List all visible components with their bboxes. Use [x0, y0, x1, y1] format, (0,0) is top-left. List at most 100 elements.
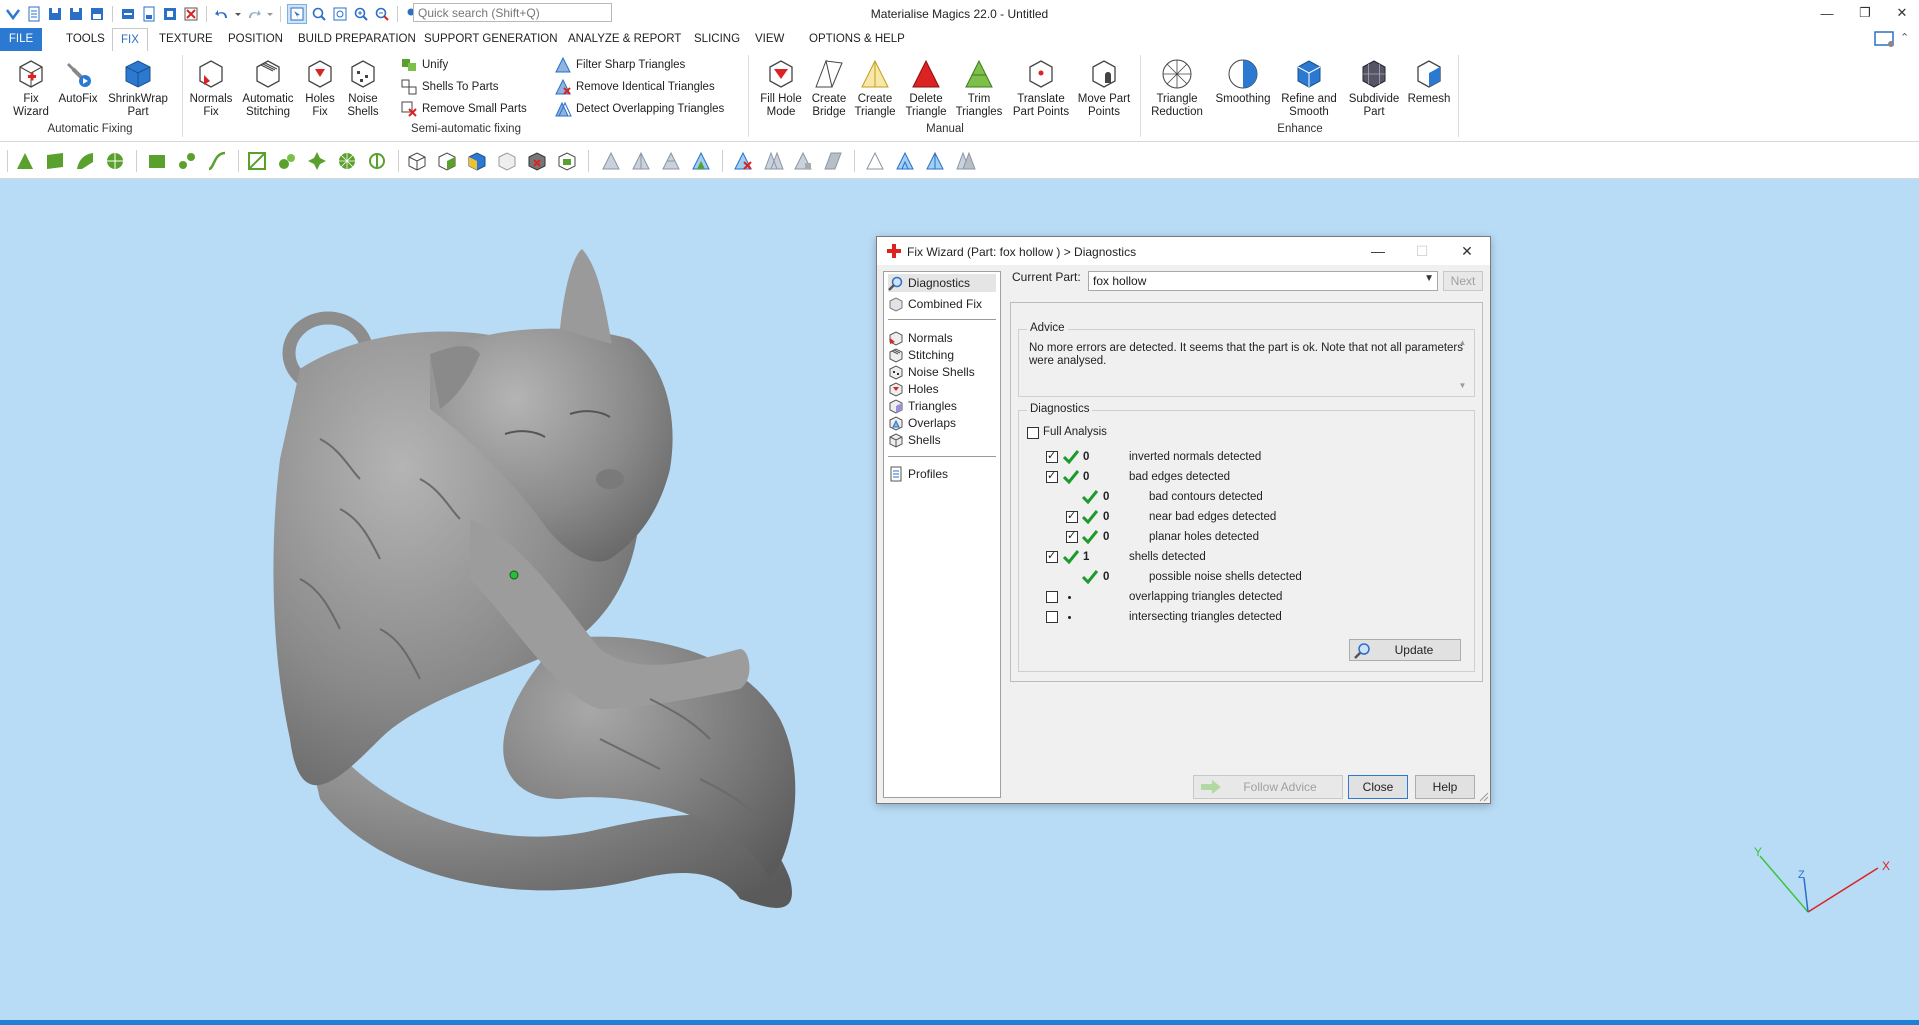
unload-part-icon[interactable]: [182, 5, 200, 23]
advice-scrollbar[interactable]: ▲ ▼: [1455, 338, 1470, 390]
intersecting-triangles-checkbox[interactable]: [1046, 611, 1058, 623]
scroll-down-icon[interactable]: ▼: [1455, 381, 1470, 390]
create-bridge-button[interactable]: Create Bridge: [810, 57, 848, 119]
nav-normals[interactable]: Normals: [888, 329, 996, 347]
noise-shells-button[interactable]: Noise Shells: [344, 57, 382, 119]
nav-combined-fix[interactable]: Combined Fix: [888, 295, 996, 313]
scroll-up-icon[interactable]: ▲: [1455, 338, 1470, 347]
save-part-icon[interactable]: [161, 5, 179, 23]
redo-icon[interactable]: [245, 5, 263, 23]
shells-to-parts-button[interactable]: Shells To Parts: [400, 77, 499, 97]
show-triangles-icon[interactable]: [864, 150, 886, 172]
mark-plane-icon[interactable]: [44, 150, 66, 172]
help-button[interactable]: Help: [1415, 775, 1475, 799]
zoom-fit-icon[interactable]: [331, 5, 349, 23]
bad-edges-checkbox[interactable]: [1046, 469, 1058, 483]
dialog-minimize-button[interactable]: —: [1363, 240, 1393, 262]
fill-hole-mode-button[interactable]: Fill Hole Mode: [754, 57, 808, 119]
unmark-part-icon[interactable]: [406, 150, 428, 172]
move-part-points-button[interactable]: Move Part Points: [1076, 57, 1132, 119]
minimize-button[interactable]: —: [1810, 0, 1844, 26]
delete-triangle-button[interactable]: Delete Triangle: [902, 57, 950, 119]
extract-marked-icon[interactable]: [556, 150, 578, 172]
mark-all-icon[interactable]: [246, 150, 268, 172]
triangle-points-icon[interactable]: [660, 150, 682, 172]
close-window-button[interactable]: ✕: [1885, 0, 1919, 26]
shells-checkbox[interactable]: [1046, 549, 1058, 563]
mark-surface-icon[interactable]: [74, 150, 96, 172]
shrinkwrap-part-button[interactable]: ShrinkWrap Part: [104, 57, 172, 119]
update-button[interactable]: Update: [1349, 639, 1461, 661]
layout-icon[interactable]: [1874, 29, 1896, 49]
save-icon[interactable]: [67, 5, 85, 23]
triangle-edges-icon[interactable]: [630, 150, 652, 172]
mark-shell-icon[interactable]: [104, 150, 126, 172]
unify-button[interactable]: Unify: [400, 55, 448, 75]
hide-part-icon[interactable]: [496, 150, 518, 172]
translate-part-points-button[interactable]: Translate Part Points: [1008, 57, 1074, 119]
quick-search-input[interactable]: Quick search (Shift+Q): [413, 3, 612, 22]
mark-grow-icon[interactable]: [366, 150, 388, 172]
app-menu-icon[interactable]: [4, 5, 22, 23]
open-file-icon[interactable]: [46, 5, 64, 23]
collapse-ribbon-icon[interactable]: ⌃: [1900, 31, 1914, 47]
detect-overlapping-triangles-button[interactable]: Detect Overlapping Triangles: [554, 99, 724, 119]
tab-tools[interactable]: TOOLS: [58, 28, 113, 51]
nav-holes[interactable]: Holes: [888, 380, 996, 398]
full-analysis-checkbox[interactable]: [1027, 427, 1039, 439]
redo-dropdown-icon[interactable]: [266, 5, 274, 23]
fix-wizard-button[interactable]: Fix Wizard: [8, 57, 54, 119]
show-normals-icon[interactable]: [894, 150, 916, 172]
remove-identical-triangles-button[interactable]: Remove Identical Triangles: [554, 77, 715, 97]
nav-stitching[interactable]: Stitching: [888, 346, 996, 364]
refine-and-smooth-button[interactable]: Refine and Smooth: [1278, 57, 1340, 119]
load-part-icon[interactable]: [140, 5, 158, 23]
invert-part-marking-icon[interactable]: [466, 150, 488, 172]
nav-shells[interactable]: Shells: [888, 431, 996, 449]
autofix-button[interactable]: AutoFix: [56, 57, 100, 106]
zoom-in-icon[interactable]: [352, 5, 370, 23]
next-button[interactable]: Next: [1443, 271, 1483, 291]
mark-connected-icon[interactable]: [176, 150, 198, 172]
mark-part-icon[interactable]: [436, 150, 458, 172]
invert-marking-icon[interactable]: [306, 150, 328, 172]
save-all-icon[interactable]: [88, 5, 106, 23]
delete-marked-icon[interactable]: [526, 150, 548, 172]
overlapping-triangles-checkbox[interactable]: [1046, 591, 1058, 603]
automatic-stitching-button[interactable]: Automatic Stitching: [240, 57, 296, 119]
tab-position[interactable]: POSITION: [220, 28, 291, 51]
mark-triangle-icon[interactable]: [14, 150, 36, 172]
nav-overlaps[interactable]: Overlaps: [888, 414, 996, 432]
tab-texture[interactable]: TEXTURE: [151, 28, 221, 51]
nav-noise-shells[interactable]: Noise Shells: [888, 363, 996, 381]
near-bad-edges-checkbox[interactable]: [1066, 509, 1078, 523]
delete-triangles-icon[interactable]: [732, 150, 754, 172]
resize-grip-icon[interactable]: [1479, 792, 1489, 802]
holes-fix-button[interactable]: Holes Fix: [302, 57, 338, 119]
trim-triangles-button[interactable]: Trim Triangles: [954, 57, 1004, 119]
planar-holes-checkbox[interactable]: [1066, 529, 1078, 543]
nav-profiles[interactable]: Profiles: [888, 465, 996, 483]
remesh-button[interactable]: Remesh: [1406, 57, 1452, 106]
mark-sphere-icon[interactable]: [336, 150, 358, 172]
import-icon[interactable]: [119, 5, 137, 23]
flip-triangles-icon[interactable]: [822, 150, 844, 172]
show-overlaps-icon[interactable]: [954, 150, 976, 172]
zoom-window-icon[interactable]: [310, 5, 328, 23]
tab-file[interactable]: FILE: [0, 28, 42, 51]
subdivide-part-button[interactable]: Subdivide Part: [1346, 57, 1402, 119]
nav-triangles[interactable]: Triangles: [888, 397, 996, 415]
new-file-icon[interactable]: [25, 5, 43, 23]
tab-support-generation[interactable]: SUPPORT GENERATION: [416, 28, 566, 51]
nav-diagnostics[interactable]: Diagnostics: [888, 274, 996, 292]
smoothing-button[interactable]: Smoothing: [1212, 57, 1274, 106]
dialog-maximize-button[interactable]: ☐: [1407, 240, 1437, 262]
current-part-select[interactable]: fox hollow ▼: [1088, 271, 1438, 291]
triangle-reduction-button[interactable]: Triangle Reduction: [1146, 57, 1208, 119]
tab-fix[interactable]: FIX: [112, 28, 148, 52]
create-triangle-button[interactable]: Create Triangle: [852, 57, 898, 119]
mark-box-icon[interactable]: [146, 150, 168, 172]
tab-slicing[interactable]: SLICING: [686, 28, 748, 51]
restore-button[interactable]: ❐: [1848, 0, 1882, 26]
swap-triangles-icon[interactable]: [792, 150, 814, 172]
